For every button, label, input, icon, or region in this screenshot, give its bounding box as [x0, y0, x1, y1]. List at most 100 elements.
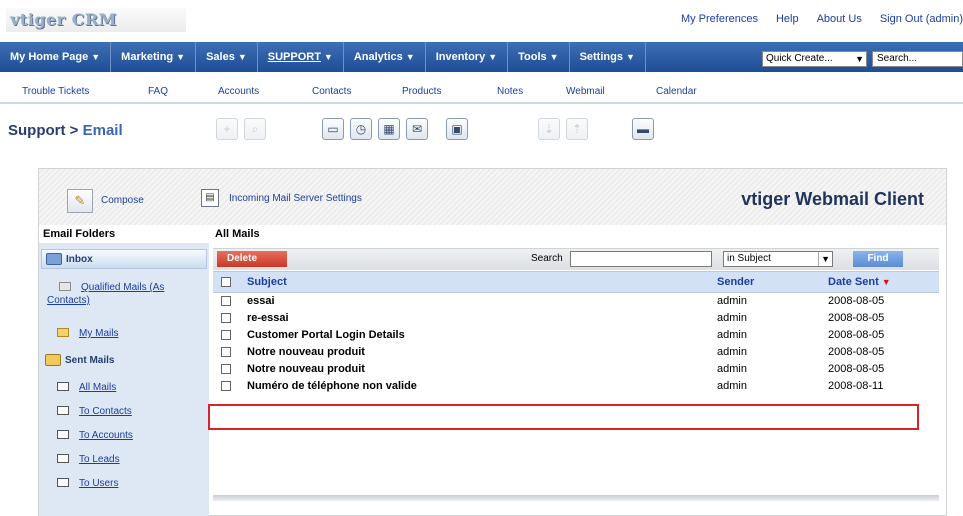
- subject-column-header[interactable]: Subject: [247, 276, 287, 288]
- sent-to-accounts-link[interactable]: To Accounts: [57, 429, 133, 442]
- chat-icon[interactable]: ✉: [406, 118, 428, 140]
- app-logo[interactable]: vtiger CRM: [6, 8, 186, 32]
- sign-out-link[interactable]: Sign Out (admin): [880, 13, 963, 25]
- tab-settings[interactable]: Settings ▼: [570, 42, 646, 72]
- row-checkbox[interactable]: [221, 381, 231, 391]
- divider: [0, 102, 963, 104]
- screen-icon[interactable]: ▬: [632, 118, 654, 140]
- mail-subject[interactable]: essai: [247, 295, 275, 307]
- subnav-calendar[interactable]: Calendar: [656, 86, 697, 97]
- mail-sender: admin: [717, 312, 747, 324]
- chevron-down-icon: ▼: [323, 52, 333, 62]
- find-button[interactable]: Find: [853, 251, 903, 267]
- tab-marketing[interactable]: Marketing ▼: [111, 42, 197, 72]
- select-all-checkbox[interactable]: [221, 277, 231, 287]
- compose-link[interactable]: Compose: [101, 195, 144, 206]
- sent-to-users-link[interactable]: To Users: [57, 477, 118, 490]
- row-checkbox[interactable]: [221, 347, 231, 357]
- mail-subject[interactable]: Customer Portal Login Details: [247, 329, 405, 341]
- subnav-webmail[interactable]: Webmail: [566, 86, 605, 97]
- qualified-mails-link[interactable]: Qualified Mails (As Contacts): [47, 281, 164, 307]
- incoming-server-settings-link[interactable]: Incoming Mail Server Settings: [229, 193, 362, 204]
- tab-tools[interactable]: Tools ▼: [508, 42, 570, 72]
- folder-icon: [59, 282, 71, 291]
- tab-inventory[interactable]: Inventory ▼: [426, 42, 509, 72]
- compose-icon[interactable]: ✎: [67, 189, 93, 213]
- mail-sender: admin: [717, 380, 747, 392]
- mail-date: 2008-08-05: [828, 363, 885, 375]
- global-search-input[interactable]: Search...: [872, 51, 963, 67]
- mail-subject[interactable]: re-essai: [247, 312, 289, 324]
- tab-label: Inventory: [435, 51, 486, 63]
- table-row[interactable]: Notre nouveau produit admin 2008-08-05: [213, 361, 939, 378]
- calendar-icon[interactable]: ▭: [322, 118, 344, 140]
- sent-to-contacts-link[interactable]: To Contacts: [57, 405, 132, 418]
- row-checkbox[interactable]: [221, 364, 231, 374]
- subnav-products[interactable]: Products: [402, 86, 441, 97]
- webmail-panel: ✎ Compose ▤ Incoming Mail Server Setting…: [38, 168, 947, 516]
- search-scope-value: in Subject: [727, 253, 771, 264]
- subnav-faq[interactable]: FAQ: [148, 86, 168, 97]
- table-row[interactable]: Numéro de téléphone non valide admin 2008-…: [213, 378, 939, 395]
- sender-column-header[interactable]: Sender: [717, 276, 754, 288]
- clock-icon[interactable]: ◷: [350, 118, 372, 140]
- server-icon[interactable]: ▤: [201, 189, 219, 207]
- chevron-down-icon: ▼: [488, 52, 498, 62]
- inbox-folder[interactable]: Inbox: [41, 249, 207, 269]
- chevron-down-icon: ▼: [405, 52, 415, 62]
- tab-label: Marketing: [121, 51, 174, 63]
- tab-analytics[interactable]: Analytics ▼: [344, 42, 426, 72]
- row-checkbox[interactable]: [221, 330, 231, 340]
- mail-sender: admin: [717, 295, 747, 307]
- add-icon: +: [216, 118, 238, 140]
- subnav-trouble-tickets[interactable]: Trouble Tickets: [22, 86, 89, 97]
- sent-mails-folder[interactable]: Sent Mails: [41, 351, 207, 371]
- my-preferences-link[interactable]: My Preferences: [681, 13, 758, 25]
- sent-to-leads-link[interactable]: To Leads: [57, 453, 120, 466]
- sent-mails-label: Sent Mails: [65, 355, 115, 366]
- row-checkbox[interactable]: [221, 313, 231, 323]
- calculator-icon[interactable]: ▦: [378, 118, 400, 140]
- breadcrumb-section[interactable]: Support: [8, 122, 66, 139]
- row-checkbox[interactable]: [221, 296, 231, 306]
- tab-label: My Home Page: [10, 51, 89, 63]
- mail-date: 2008-08-05: [828, 295, 885, 307]
- mail-subject[interactable]: Notre nouveau produit: [247, 363, 365, 375]
- sort-desc-icon[interactable]: ▼: [882, 277, 891, 287]
- sent-all-mails-link[interactable]: All Mails: [57, 381, 116, 394]
- folder-open-icon: [57, 328, 69, 337]
- search-scope-select[interactable]: in Subject ▼: [723, 251, 833, 267]
- table-row[interactable]: essai admin 2008-08-05: [213, 293, 939, 310]
- my-mails-link[interactable]: My Mails: [57, 327, 118, 340]
- quick-create-select[interactable]: Quick Create... ▼: [762, 51, 867, 67]
- chevron-down-icon: ▼: [176, 52, 186, 62]
- mail-list-area: Delete Search in Subject ▼ Find Subject …: [213, 243, 943, 516]
- folder-sidebar: Inbox Qualified Mails (As Contacts) My M…: [39, 243, 209, 516]
- chevron-down-icon: ▼: [625, 52, 635, 62]
- logo-text: vtiger CRM: [10, 10, 117, 29]
- subnav-accounts[interactable]: Accounts: [218, 86, 259, 97]
- breadcrumb-current: Email: [82, 122, 123, 139]
- quick-create-value: Quick Create...: [766, 53, 833, 64]
- delete-button[interactable]: Delete: [217, 251, 287, 267]
- last-viewed-icon[interactable]: ▣: [446, 118, 468, 140]
- table-row[interactable]: Customer Portal Login Details admin 2008-0…: [213, 327, 939, 344]
- about-us-link[interactable]: About Us: [817, 13, 862, 25]
- envelope-icon: [57, 454, 69, 463]
- mail-subject[interactable]: Notre nouveau produit: [247, 346, 365, 358]
- tab-support[interactable]: SUPPORT ▼: [258, 42, 344, 72]
- mail-search-input[interactable]: [570, 251, 712, 267]
- inbox-icon: [46, 253, 62, 265]
- subnav-contacts[interactable]: Contacts: [312, 86, 351, 97]
- date-column-header[interactable]: Date Sent ▼: [828, 276, 891, 288]
- table-row[interactable]: re-essai admin 2008-08-05: [213, 310, 939, 327]
- top-links: My Preferences Help About Us Sign Out (a…: [681, 13, 963, 25]
- mail-subject[interactable]: Numéro de téléphone non valide: [247, 380, 417, 392]
- tab-my-home-page[interactable]: My Home Page ▼: [0, 42, 112, 72]
- subnav-notes[interactable]: Notes: [497, 86, 523, 97]
- search-icon: ⌕: [244, 118, 266, 140]
- help-link[interactable]: Help: [776, 13, 799, 25]
- tab-sales[interactable]: Sales ▼: [196, 42, 258, 72]
- webmail-client-title: vtiger Webmail Client: [741, 189, 924, 209]
- table-row[interactable]: Notre nouveau produit admin 2008-08-05: [213, 344, 939, 361]
